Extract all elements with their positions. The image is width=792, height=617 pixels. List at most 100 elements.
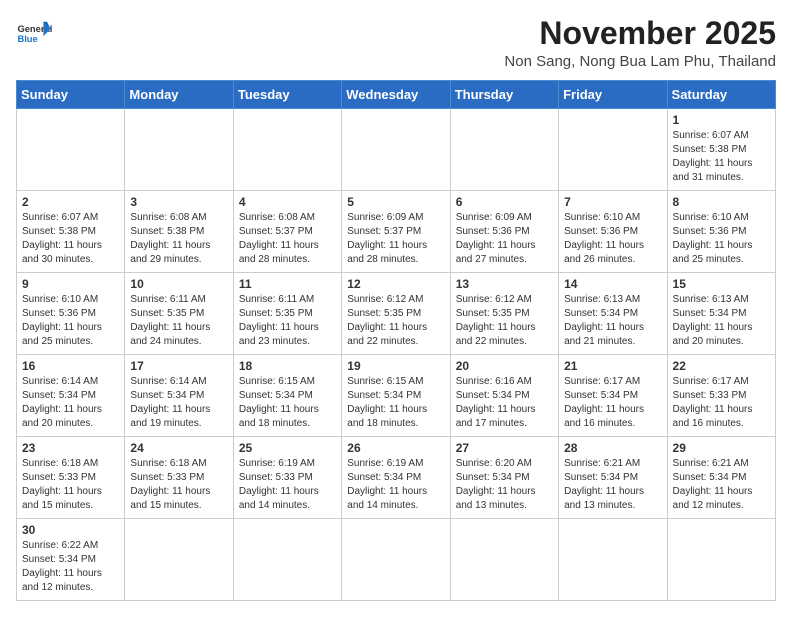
calendar-cell [450, 109, 558, 191]
day-number: 30 [22, 523, 119, 537]
day-number: 3 [130, 195, 227, 209]
day-number: 16 [22, 359, 119, 373]
calendar-cell: 1Sunrise: 6:07 AM Sunset: 5:38 PM Daylig… [667, 109, 775, 191]
day-number: 12 [347, 277, 444, 291]
calendar-cell [450, 519, 558, 601]
location-subtitle: Non Sang, Nong Bua Lam Phu, Thailand [504, 53, 776, 70]
day-of-week-header: Thursday [450, 81, 558, 109]
day-number: 24 [130, 441, 227, 455]
logo: General Blue [16, 16, 52, 52]
day-number: 19 [347, 359, 444, 373]
calendar-cell: 19Sunrise: 6:15 AM Sunset: 5:34 PM Dayli… [342, 355, 450, 437]
calendar-cell: 26 Sunrise: 6:19 AM Sunset: 5:34 PM Dayli… [342, 437, 450, 519]
calendar-cell: 13Sunrise: 6:12 AM Sunset: 5:35 PM Dayli… [450, 273, 558, 355]
day-number: 22 [673, 359, 770, 373]
day-info: Sunrise: 6:15 AM Sunset: 5:34 PM Dayligh… [239, 375, 336, 431]
day-header-row: SundayMondayTuesdayWednesdayThursdayFrid… [17, 81, 776, 109]
calendar-cell: 21 Sunrise: 6:17 AM Sunset: 5:34 PM Dayli… [559, 355, 667, 437]
calendar-cell [233, 519, 341, 601]
calendar-cell [233, 109, 341, 191]
calendar-week-row: 9 Sunrise: 6:10 AM Sunset: 5:36 PM Daylig… [17, 273, 776, 355]
calendar-cell: 17Sunrise: 6:14 AM Sunset: 5:34 PM Dayli… [125, 355, 233, 437]
calendar-cell: 25 Sunrise: 6:19 AM Sunset: 5:33 PM Dayli… [233, 437, 341, 519]
day-number: 7 [564, 195, 661, 209]
day-info: Sunrise: 6:10 AM Sunset: 5:36 PM Dayligh… [564, 211, 661, 267]
day-info: Sunrise: 6:20 AM Sunset: 5:34 PM Dayligh… [456, 457, 553, 513]
svg-text:Blue: Blue [17, 34, 37, 44]
day-info: Sunrise: 6:08 AM Sunset: 5:37 PM Dayligh… [239, 211, 336, 267]
day-number: 26 [347, 441, 444, 455]
day-number: 14 [564, 277, 661, 291]
day-info: Sunrise: 6:12 AM Sunset: 5:35 PM Dayligh… [347, 293, 444, 349]
calendar-cell [342, 519, 450, 601]
calendar-cell: 29 Sunrise: 6:21 AM Sunset: 5:34 PM Dayli… [667, 437, 775, 519]
day-number: 5 [347, 195, 444, 209]
logo-icon: General Blue [16, 16, 52, 52]
calendar-cell: 20 Sunrise: 6:16 AM Sunset: 5:34 PM Dayli… [450, 355, 558, 437]
day-number: 9 [22, 277, 119, 291]
day-number: 25 [239, 441, 336, 455]
calendar-cell [125, 109, 233, 191]
day-info: Sunrise: 6:19 AM Sunset: 5:33 PM Dayligh… [239, 457, 336, 513]
calendar-cell [125, 519, 233, 601]
day-info: Sunrise: 6:19 AM Sunset: 5:34 PM Dayligh… [347, 457, 444, 513]
day-number: 8 [673, 195, 770, 209]
day-number: 17 [130, 359, 227, 373]
day-info: Sunrise: 6:11 AM Sunset: 5:35 PM Dayligh… [130, 293, 227, 349]
day-info: Sunrise: 6:21 AM Sunset: 5:34 PM Dayligh… [673, 457, 770, 513]
day-number: 20 [456, 359, 553, 373]
calendar-cell: 23Sunrise: 6:18 AM Sunset: 5:33 PM Dayli… [17, 437, 125, 519]
day-info: Sunrise: 6:11 AM Sunset: 5:35 PM Dayligh… [239, 293, 336, 349]
calendar-cell: 16 Sunrise: 6:14 AM Sunset: 5:34 PM Dayli… [17, 355, 125, 437]
day-info: Sunrise: 6:16 AM Sunset: 5:34 PM Dayligh… [456, 375, 553, 431]
calendar-week-row: 23Sunrise: 6:18 AM Sunset: 5:33 PM Dayli… [17, 437, 776, 519]
day-number: 29 [673, 441, 770, 455]
day-number: 27 [456, 441, 553, 455]
day-number: 13 [456, 277, 553, 291]
day-info: Sunrise: 6:17 AM Sunset: 5:33 PM Dayligh… [673, 375, 770, 431]
day-info: Sunrise: 6:09 AM Sunset: 5:36 PM Dayligh… [456, 211, 553, 267]
calendar-table: SundayMondayTuesdayWednesdayThursdayFrid… [16, 80, 776, 601]
day-info: Sunrise: 6:10 AM Sunset: 5:36 PM Dayligh… [673, 211, 770, 267]
calendar-cell: 14 Sunrise: 6:13 AM Sunset: 5:34 PM Dayli… [559, 273, 667, 355]
day-number: 28 [564, 441, 661, 455]
title-block: November 2025 Non Sang, Nong Bua Lam Phu… [504, 16, 776, 70]
day-of-week-header: Sunday [17, 81, 125, 109]
calendar-cell [342, 109, 450, 191]
day-info: Sunrise: 6:13 AM Sunset: 5:34 PM Dayligh… [564, 293, 661, 349]
day-info: Sunrise: 6:08 AM Sunset: 5:38 PM Dayligh… [130, 211, 227, 267]
calendar-cell: 5Sunrise: 6:09 AM Sunset: 5:37 PM Daylig… [342, 191, 450, 273]
calendar-week-row: 30 Sunrise: 6:22 AM Sunset: 5:34 PM Dayli… [17, 519, 776, 601]
calendar-cell: 27 Sunrise: 6:20 AM Sunset: 5:34 PM Dayli… [450, 437, 558, 519]
day-number: 2 [22, 195, 119, 209]
calendar-cell: 2Sunrise: 6:07 AM Sunset: 5:38 PM Daylig… [17, 191, 125, 273]
calendar-cell: 15Sunrise: 6:13 AM Sunset: 5:34 PM Dayli… [667, 273, 775, 355]
day-info: Sunrise: 6:10 AM Sunset: 5:36 PM Dayligh… [22, 293, 119, 349]
month-year-title: November 2025 [504, 16, 776, 51]
calendar-cell: 4Sunrise: 6:08 AM Sunset: 5:37 PM Daylig… [233, 191, 341, 273]
calendar-cell: 7 Sunrise: 6:10 AM Sunset: 5:36 PM Daylig… [559, 191, 667, 273]
calendar-cell: 12 Sunrise: 6:12 AM Sunset: 5:35 PM Dayli… [342, 273, 450, 355]
day-info: Sunrise: 6:21 AM Sunset: 5:34 PM Dayligh… [564, 457, 661, 513]
calendar-cell: 6 Sunrise: 6:09 AM Sunset: 5:36 PM Daylig… [450, 191, 558, 273]
calendar-cell: 30 Sunrise: 6:22 AM Sunset: 5:34 PM Dayli… [17, 519, 125, 601]
day-of-week-header: Monday [125, 81, 233, 109]
day-number: 10 [130, 277, 227, 291]
day-number: 21 [564, 359, 661, 373]
calendar-week-row: 16 Sunrise: 6:14 AM Sunset: 5:34 PM Dayli… [17, 355, 776, 437]
day-info: Sunrise: 6:14 AM Sunset: 5:34 PM Dayligh… [22, 375, 119, 431]
day-number: 1 [673, 113, 770, 127]
day-number: 6 [456, 195, 553, 209]
calendar-week-row: 1Sunrise: 6:07 AM Sunset: 5:38 PM Daylig… [17, 109, 776, 191]
day-of-week-header: Tuesday [233, 81, 341, 109]
calendar-cell: 3 Sunrise: 6:08 AM Sunset: 5:38 PM Daylig… [125, 191, 233, 273]
day-info: Sunrise: 6:22 AM Sunset: 5:34 PM Dayligh… [22, 539, 119, 595]
calendar-cell: 24Sunrise: 6:18 AM Sunset: 5:33 PM Dayli… [125, 437, 233, 519]
calendar-cell: 28 Sunrise: 6:21 AM Sunset: 5:34 PM Dayli… [559, 437, 667, 519]
calendar-cell: 8 Sunrise: 6:10 AM Sunset: 5:36 PM Daylig… [667, 191, 775, 273]
page-header: General Blue November 2025 Non Sang, Non… [16, 16, 776, 70]
day-info: Sunrise: 6:17 AM Sunset: 5:34 PM Dayligh… [564, 375, 661, 431]
calendar-cell: 22 Sunrise: 6:17 AM Sunset: 5:33 PM Dayli… [667, 355, 775, 437]
calendar-cell: 11Sunrise: 6:11 AM Sunset: 5:35 PM Dayli… [233, 273, 341, 355]
calendar-cell [667, 519, 775, 601]
